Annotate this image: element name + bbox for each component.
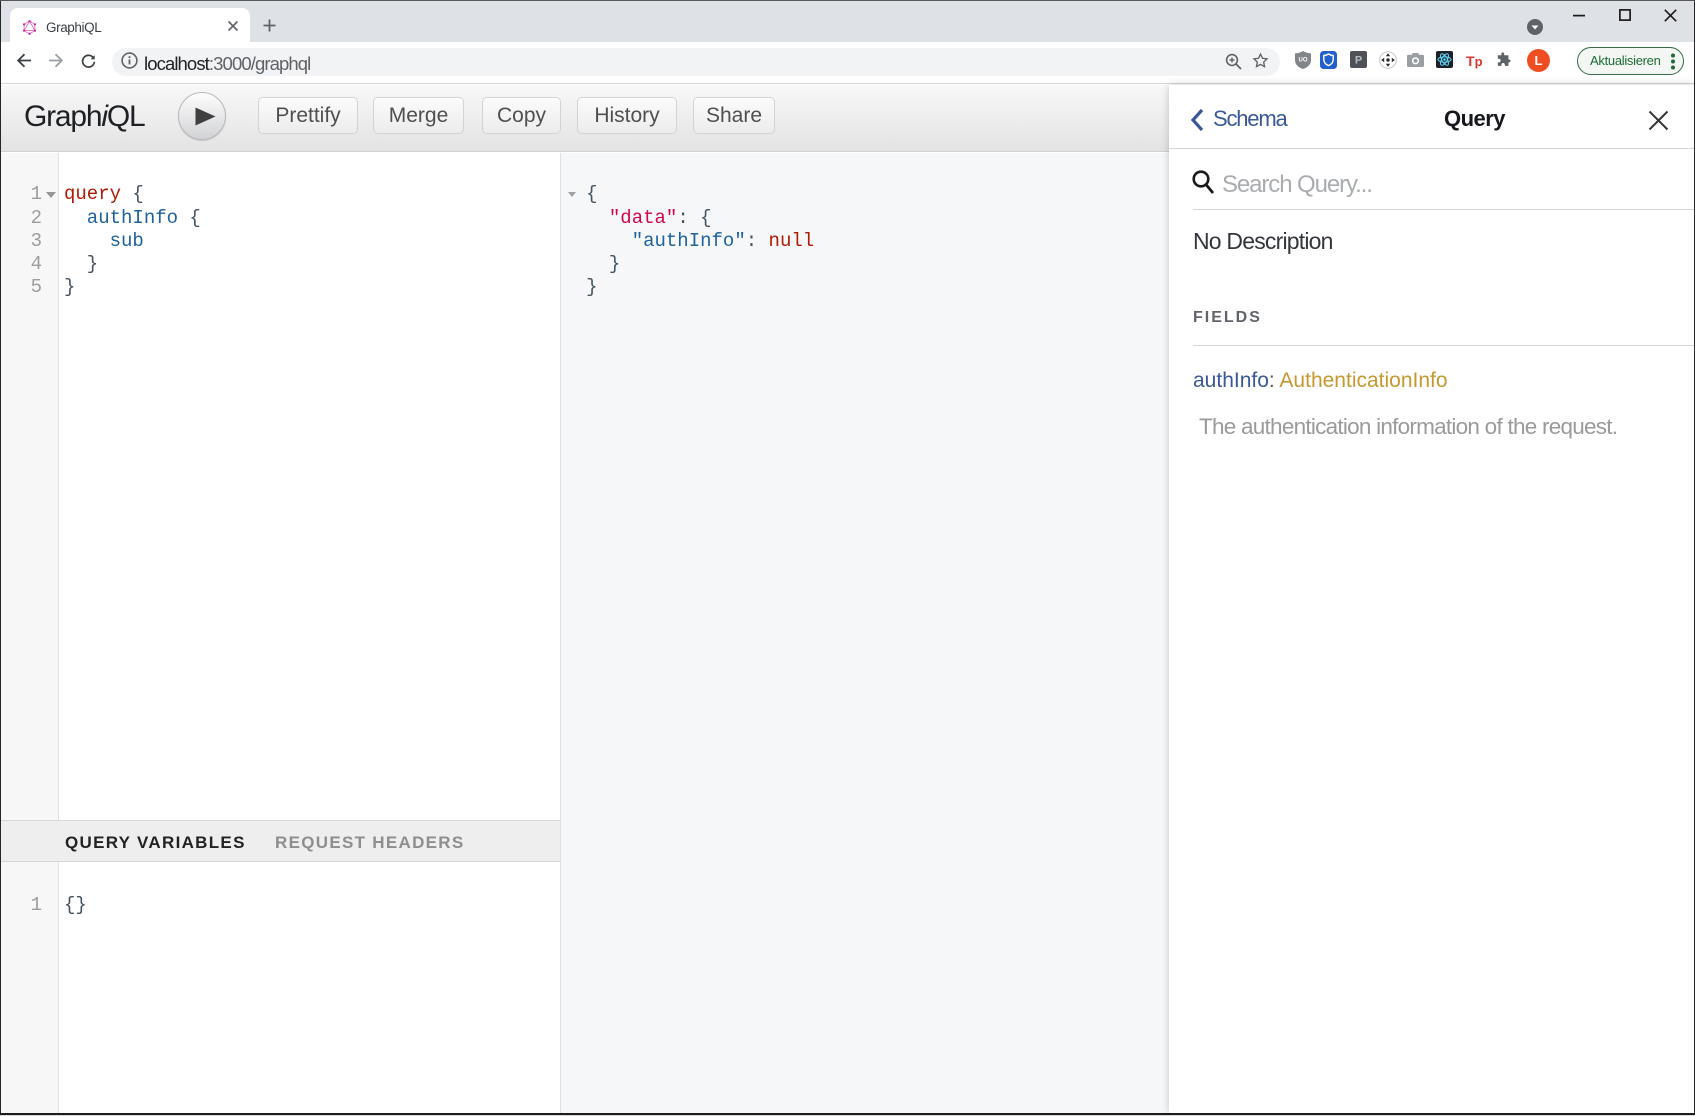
svg-text:UO: UO bbox=[1299, 58, 1308, 64]
svg-text:P: P bbox=[1355, 55, 1362, 67]
